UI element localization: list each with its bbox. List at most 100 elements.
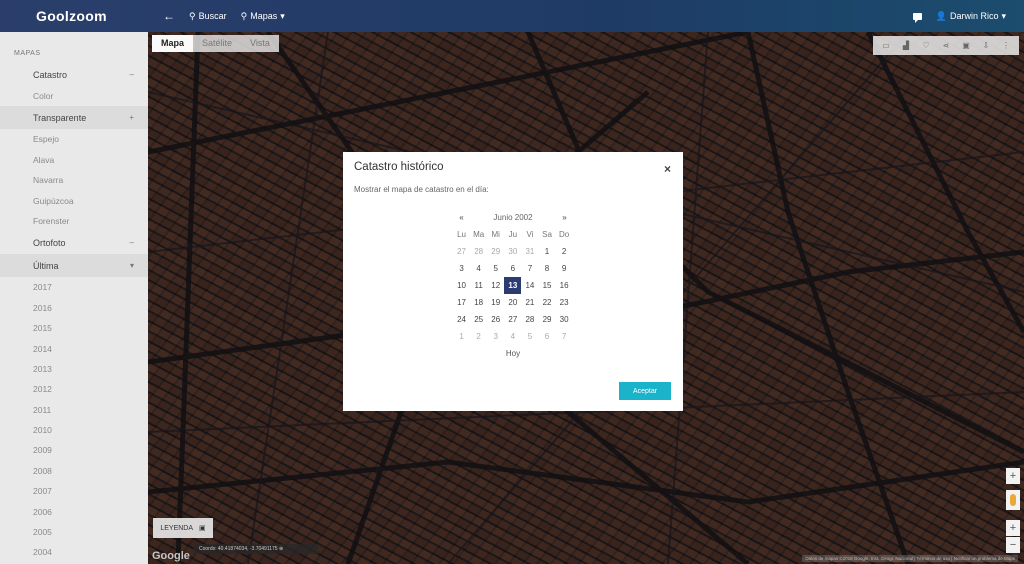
more-icon[interactable]: ⋮ bbox=[997, 38, 1015, 54]
sidebar-item[interactable]: 2013 bbox=[0, 359, 148, 379]
print-icon[interactable]: ▣ bbox=[957, 38, 975, 54]
list-icon[interactable]: ▭ bbox=[877, 38, 895, 54]
calendar-day[interactable]: 3 bbox=[453, 260, 470, 277]
sidebar-item[interactable]: 2004 bbox=[0, 542, 148, 562]
calendar-day[interactable]: 23 bbox=[556, 294, 573, 311]
maps-menu[interactable]: ⚲ Mapas ▾ bbox=[241, 11, 285, 22]
calendar-day[interactable]: 28 bbox=[470, 243, 487, 260]
sidebar-item[interactable]: 2011 bbox=[0, 400, 148, 420]
calendar-day-selected[interactable]: 13 bbox=[504, 277, 522, 294]
search-label: Buscar bbox=[198, 11, 227, 21]
sidebar-item[interactable]: Espejo bbox=[0, 129, 148, 149]
close-icon[interactable]: × bbox=[664, 162, 671, 176]
calendar-day[interactable]: 15 bbox=[538, 277, 555, 294]
legend-button[interactable]: LEYENDA ▣ bbox=[153, 518, 213, 538]
sidebar-item[interactable]: 2015 bbox=[0, 318, 148, 338]
month-year-label[interactable]: Junio 2002 bbox=[493, 213, 532, 222]
calendar-day[interactable]: 3 bbox=[487, 328, 504, 345]
calendar-day[interactable]: 20 bbox=[504, 294, 521, 311]
calendar-day[interactable]: 7 bbox=[521, 260, 538, 277]
calendar-day[interactable]: 24 bbox=[453, 311, 470, 328]
calendar-day[interactable]: 1 bbox=[538, 243, 555, 260]
calendar-day[interactable]: 5 bbox=[487, 260, 504, 277]
calendar-day[interactable]: 28 bbox=[521, 311, 538, 328]
sidebar-item[interactable]: 2014 bbox=[0, 339, 148, 359]
calendar-day[interactable]: 6 bbox=[538, 328, 555, 345]
sidebar-item[interactable]: 2017 bbox=[0, 277, 148, 297]
sidebar-item[interactable]: Forenster bbox=[0, 211, 148, 231]
sidebar-group-ortofoto[interactable]: Ortofoto – bbox=[0, 231, 148, 254]
sidebar-group-transparente[interactable]: Transparente + bbox=[0, 106, 148, 130]
zoom-out-button[interactable]: − bbox=[1006, 537, 1020, 553]
map-type-vista[interactable]: Vista bbox=[241, 35, 279, 52]
share-icon[interactable]: ⋖ bbox=[937, 38, 955, 54]
sidebar-item[interactable]: Guipúzcoa bbox=[0, 191, 148, 211]
calendar-day[interactable]: 9 bbox=[556, 260, 573, 277]
calendar-day[interactable]: 5 bbox=[521, 328, 538, 345]
map-type-switcher: Mapa Satélite Vista bbox=[152, 35, 279, 52]
download-icon[interactable]: ⇩ bbox=[977, 38, 995, 54]
dialog-description: Mostrar el mapa de catastro en el día: bbox=[354, 185, 489, 194]
prev-month-button[interactable]: « bbox=[453, 213, 470, 222]
zoom-in-button[interactable]: + bbox=[1006, 520, 1020, 536]
calendar-day[interactable]: 6 bbox=[504, 260, 521, 277]
calendar-day[interactable]: 25 bbox=[470, 311, 487, 328]
calendar-day[interactable]: 4 bbox=[470, 260, 487, 277]
sidebar-item[interactable]: 2006 bbox=[0, 502, 148, 522]
calendar-day[interactable]: 22 bbox=[538, 294, 555, 311]
chat-icon[interactable] bbox=[912, 12, 922, 23]
calendar-day[interactable]: 30 bbox=[504, 243, 521, 260]
map-type-mapa[interactable]: Mapa bbox=[152, 35, 194, 52]
calendar-week: 27 28 29 30 31 1 2 bbox=[453, 243, 573, 260]
sidebar-item[interactable]: Color bbox=[0, 86, 148, 106]
heart-icon[interactable]: ♡ bbox=[917, 38, 935, 54]
sidebar-item[interactable]: 2012 bbox=[0, 379, 148, 399]
calendar-day[interactable]: 17 bbox=[453, 294, 470, 311]
map-type-satelite[interactable]: Satélite bbox=[193, 35, 241, 52]
calendar-day[interactable]: 30 bbox=[556, 311, 573, 328]
calendar-day[interactable]: 2 bbox=[556, 243, 573, 260]
calendar-day[interactable]: 21 bbox=[521, 294, 538, 311]
calendar-day[interactable]: 11 bbox=[470, 277, 487, 294]
sidebar-item[interactable]: 2016 bbox=[0, 298, 148, 318]
back-button[interactable]: ← bbox=[163, 9, 175, 23]
sidebar-group--ltima[interactable]: Última ▾ bbox=[0, 254, 148, 278]
today-button[interactable]: Hoy bbox=[453, 345, 573, 362]
search-button[interactable]: ⚲ Buscar bbox=[189, 11, 227, 22]
calendar-day[interactable]: 27 bbox=[453, 243, 470, 260]
calendar-day[interactable]: 27 bbox=[504, 311, 521, 328]
calendar-day[interactable]: 31 bbox=[521, 243, 538, 260]
calendar-day[interactable]: 19 bbox=[487, 294, 504, 311]
calendar-day[interactable]: 26 bbox=[487, 311, 504, 328]
accept-button[interactable]: Aceptar bbox=[619, 382, 671, 400]
weekday-label: Ju bbox=[508, 230, 518, 239]
sidebar-item[interactable]: 2005 bbox=[0, 522, 148, 542]
location-button[interactable]: + bbox=[1006, 468, 1020, 484]
app-logo[interactable]: Goolzoom bbox=[0, 8, 148, 24]
calendar-day[interactable]: 4 bbox=[504, 328, 521, 345]
chart-icon[interactable]: ▟ bbox=[897, 38, 915, 54]
calendar-day[interactable]: 16 bbox=[556, 277, 573, 294]
sidebar-item[interactable]: 2009 bbox=[0, 440, 148, 460]
calendar-day[interactable]: 8 bbox=[538, 260, 555, 277]
sidebar-item[interactable]: Alava bbox=[0, 150, 148, 170]
user-menu[interactable]: 👤 Darwin Rico ▾ bbox=[936, 11, 1006, 22]
map-attribution[interactable]: Datos de mapas ©2018 Google, Inst. Geogr… bbox=[802, 555, 1018, 562]
calendar-day[interactable]: 10 bbox=[453, 277, 470, 294]
calendar-day[interactable]: 29 bbox=[538, 311, 555, 328]
sidebar-item[interactable]: 2010 bbox=[0, 420, 148, 440]
pegman-control[interactable] bbox=[1006, 490, 1020, 510]
calendar-day[interactable]: 7 bbox=[556, 328, 573, 345]
calendar-day[interactable]: 29 bbox=[487, 243, 504, 260]
sidebar-group-catastro[interactable]: Catastro – bbox=[0, 63, 148, 86]
calendar-day[interactable]: 1 bbox=[453, 328, 470, 345]
sidebar-item[interactable]: 2008 bbox=[0, 461, 148, 481]
coords-readout: Coords: 40.41874034, -3.70491175 ⊕ bbox=[193, 544, 318, 554]
calendar-day[interactable]: 18 bbox=[470, 294, 487, 311]
next-month-button[interactable]: » bbox=[556, 213, 573, 222]
calendar-day[interactable]: 12 bbox=[487, 277, 504, 294]
sidebar-item[interactable]: 2007 bbox=[0, 481, 148, 501]
sidebar-item[interactable]: Navarra bbox=[0, 170, 148, 190]
calendar-day[interactable]: 2 bbox=[470, 328, 487, 345]
calendar-day[interactable]: 14 bbox=[521, 277, 538, 294]
